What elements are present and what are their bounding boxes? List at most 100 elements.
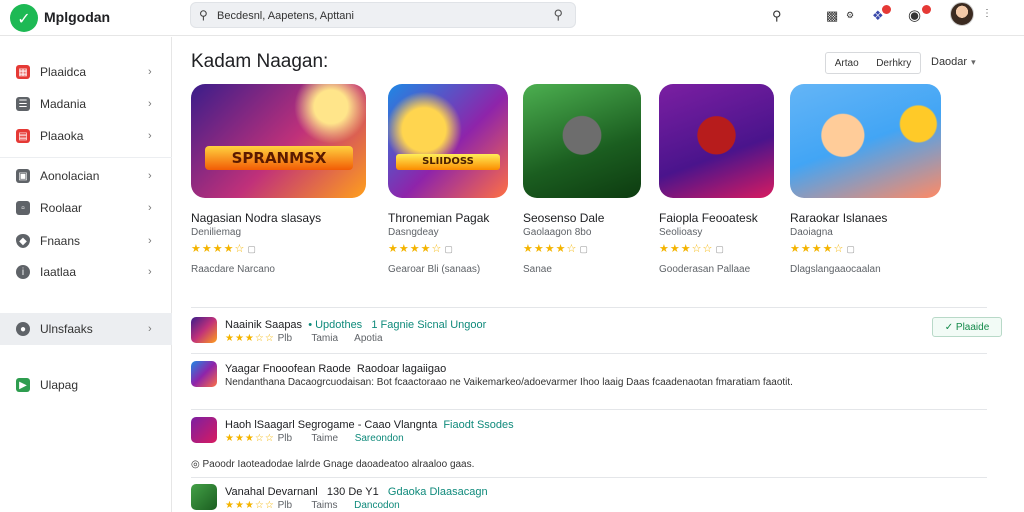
- grid-icon: ▦: [16, 65, 30, 79]
- sidebar-item[interactable]: ▶ Ulapag: [0, 372, 172, 398]
- developer-name: Deniliemag: [191, 227, 242, 238]
- sort-label: Daodar: [931, 56, 968, 68]
- app-name: Raraokar Islanaes: [790, 211, 888, 225]
- chevron-right-icon: ›: [148, 170, 152, 182]
- rating-badge-icon: ▢: [444, 244, 454, 254]
- user-icon: ●: [16, 322, 30, 336]
- main-content: Kadam Naagan: Artao Derhkry Daodar ▾ SPRA…: [173, 37, 1004, 512]
- rating-badge-icon: ▢: [247, 244, 257, 254]
- sidebar-item[interactable]: ☰ Madania ›: [0, 91, 172, 117]
- list-item-title: Vanahal Devarnanl 130 De Y1 Gdaoka Dlaas…: [225, 486, 488, 498]
- bars-icon: ☰: [16, 97, 30, 111]
- chevron-right-icon: ›: [148, 323, 152, 335]
- app-name: Nagasian Nodra slasays: [191, 211, 322, 225]
- divider: [191, 353, 987, 354]
- sidebar-item-label: Ulnsfaaks: [40, 322, 93, 336]
- game-thumbnail[interactable]: SPRANMSX: [191, 84, 366, 198]
- list-item[interactable]: Haoh lSaagarl Segrogame - Caao Vlangnta …: [191, 417, 987, 453]
- sidebar-item-label: Roolaar: [40, 201, 83, 215]
- sort-dropdown[interactable]: Daodar ▾: [931, 56, 976, 68]
- segment-option[interactable]: Artao: [835, 58, 859, 69]
- game-thumbnail[interactable]: [790, 84, 941, 198]
- search-icon[interactable]: ⚲: [772, 8, 782, 24]
- search-input[interactable]: [217, 7, 537, 25]
- sidebar-item-label: Fnaans: [40, 234, 81, 248]
- profile-ring-icon[interactable]: ◉: [908, 6, 921, 24]
- rating-badge-icon: ▢: [715, 244, 725, 254]
- app-meta: Gearoar Bli (sanaas): [388, 264, 481, 275]
- search-icon: ⚲: [199, 8, 208, 22]
- book-icon: ▤: [16, 129, 30, 143]
- chevron-down-icon[interactable]: ⋮: [982, 8, 992, 19]
- app-icon: [191, 417, 217, 443]
- top-bar: ✓ Mplgodan ⚲ ⚲ ⚲ ▩ ⚙ ❖ ◉ ⋮: [0, 0, 1024, 36]
- sidebar-divider: [0, 157, 172, 158]
- sidebar-item[interactable]: ▣ Aonolacian ›: [0, 163, 172, 189]
- sidebar-item-label: Plaaidca: [40, 65, 87, 79]
- divider: [191, 307, 987, 308]
- list-item-title: Haoh lSaagarl Segrogame - Caao Vlangnta …: [225, 419, 514, 431]
- sidebar-item[interactable]: ▦ Plaaidca ›: [0, 59, 172, 85]
- rating-badge-icon: ▢: [846, 244, 856, 254]
- list-item-meta: ★★★☆☆ Plb Taims Dancodon: [225, 500, 400, 511]
- sidebar-item-label: Iaatlaa: [40, 265, 77, 279]
- info-note: ◎ Paoodr Iaoteadodae lalrde Gnage daoade…: [191, 459, 475, 470]
- rating-stars: ★★★★☆ ▢: [191, 243, 257, 255]
- sidebar: ▦ Plaaidca › ☰ Madania › ▤ Plaaoka › ▣ A…: [0, 37, 172, 512]
- segment-option[interactable]: Derhkry: [876, 58, 911, 69]
- game-thumbnail[interactable]: [523, 84, 641, 198]
- rating-stars: ★★★☆☆ ▢: [659, 243, 725, 255]
- chevron-right-icon: ›: [148, 66, 152, 78]
- chevron-right-icon: ›: [148, 235, 152, 247]
- developer-name: Daoiagna: [790, 227, 833, 238]
- divider: [191, 477, 987, 478]
- sidebar-item[interactable]: ▤ Plaaoka ›: [0, 123, 172, 149]
- section-title: Kadam Naagan:: [191, 51, 329, 72]
- chevron-down-icon: ▾: [971, 57, 976, 67]
- app-meta: Dlagslangaaocaalan: [790, 264, 881, 275]
- chevron-right-icon: ›: [148, 202, 152, 214]
- search-submit-icon[interactable]: ⚲: [553, 7, 563, 23]
- rating-stars: ★★★★☆ ▢: [790, 243, 856, 255]
- list-item[interactable]: Vanahal Devarnanl 130 De Y1 Gdaoka Dlaas…: [191, 484, 987, 512]
- sidebar-item-label: Madania: [40, 97, 87, 111]
- list-item-meta: ★★★☆☆ Plb Taime Sareondon: [225, 433, 404, 444]
- info-icon: ◎: [191, 459, 203, 470]
- settings-icon[interactable]: ⚙: [846, 10, 854, 21]
- developer-name: Dasngdeay: [388, 227, 439, 238]
- info-icon: i: [16, 265, 30, 279]
- chevron-right-icon: ›: [148, 266, 152, 278]
- app-meta: Sanae: [523, 264, 552, 275]
- list-item-title: Naainik Saapas • Updothes 1 Fagnie Sicna…: [225, 319, 487, 331]
- segmented-control[interactable]: Artao Derhkry: [825, 52, 921, 74]
- list-item[interactable]: Yaagar Fnooofean Raode Raodoar lagaiigao…: [191, 361, 987, 405]
- sidebar-item[interactable]: ● Ulnsfaaks ›: [0, 313, 172, 345]
- app-name: Thronemian Pagak: [388, 211, 490, 225]
- window-icon: ▫: [16, 201, 30, 215]
- list-item-meta: ★★★☆☆ Plb Tamia Apotia: [225, 333, 383, 344]
- avatar[interactable]: [950, 2, 974, 26]
- sidebar-item-label: Ulapag: [40, 378, 79, 392]
- list-item[interactable]: Naainik Saapas • Updothes 1 Fagnie Sicna…: [191, 317, 1002, 353]
- developer-name: Gaolaagon 8bo: [523, 227, 592, 238]
- game-thumbnail[interactable]: [659, 84, 774, 198]
- game-logo: SLIIDOSS: [396, 154, 500, 170]
- cast-icon[interactable]: ▩: [826, 8, 838, 24]
- sidebar-item-label: Plaaoka: [40, 129, 84, 143]
- notification-badge: [922, 5, 931, 14]
- divider: [191, 409, 987, 410]
- chevron-right-icon: ›: [148, 130, 152, 142]
- search-bar[interactable]: ⚲ ⚲: [190, 2, 576, 28]
- app-name: Mplgodan: [44, 9, 111, 25]
- install-button[interactable]: ✓ Plaaide: [932, 317, 1002, 337]
- app-logo-icon[interactable]: ✓: [10, 4, 38, 32]
- rating-badge-icon: ▢: [579, 244, 589, 254]
- sidebar-item[interactable]: ◆ Fnaans ›: [0, 228, 172, 254]
- sidebar-item[interactable]: ▫ Roolaar ›: [0, 195, 172, 221]
- screen-icon: ▣: [16, 169, 30, 183]
- sidebar-item[interactable]: i Iaatlaa ›: [0, 259, 172, 285]
- game-thumbnail[interactable]: SLIIDOSS: [388, 84, 508, 198]
- game-logo: SPRANMSX: [205, 146, 353, 170]
- rating-stars: ★★★★☆ ▢: [388, 243, 454, 255]
- rating-stars: ★★★★☆ ▢: [523, 243, 589, 255]
